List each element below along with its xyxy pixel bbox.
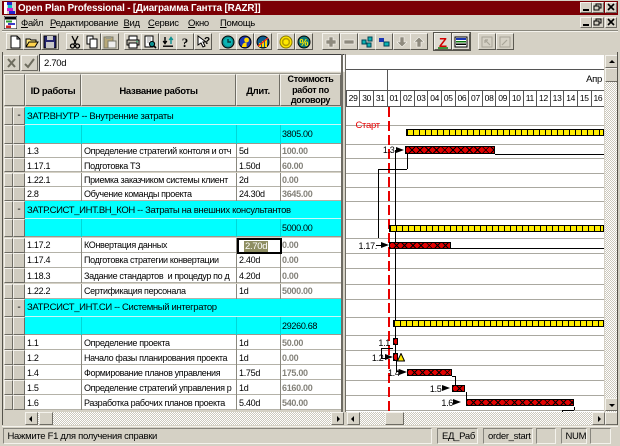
svg-text:Z: Z xyxy=(439,35,447,49)
svg-text:?: ? xyxy=(203,36,209,47)
svg-text:%: % xyxy=(299,38,308,49)
svg-text:?: ? xyxy=(182,35,189,49)
